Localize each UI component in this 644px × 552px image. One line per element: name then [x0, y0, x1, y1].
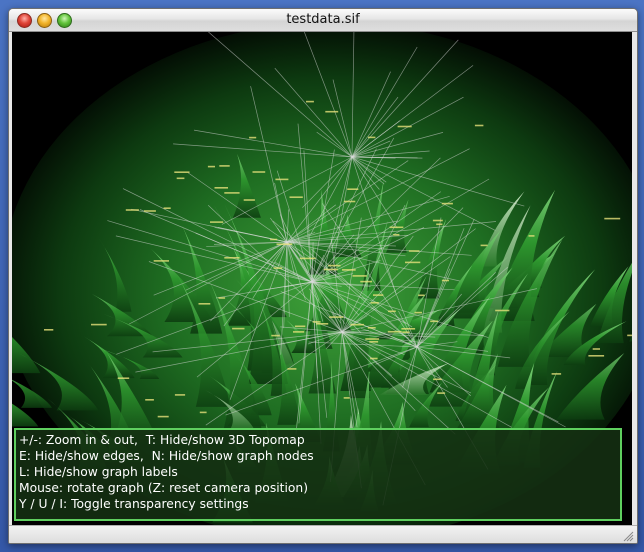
graph-node-label — [214, 187, 228, 189]
graph-node-label — [393, 234, 400, 236]
graph-node-label — [294, 325, 306, 328]
graph-node-label — [44, 329, 54, 331]
graph-node-label — [328, 264, 341, 267]
help-line-mouse: Mouse: rotate graph (Z: reset camera pos… — [19, 481, 308, 495]
graph-node-label — [176, 177, 185, 180]
graph-node-label — [153, 260, 169, 262]
graph-node-label — [218, 297, 226, 299]
graph-node-label — [402, 331, 410, 333]
graph-node-label — [365, 338, 380, 340]
graph-node-label — [592, 348, 600, 350]
graph-node-label — [414, 311, 422, 314]
graph-node-label — [299, 257, 316, 260]
graph-node-label — [437, 392, 446, 394]
graph-node-label — [252, 171, 266, 173]
graph-node-label — [125, 209, 139, 211]
graph-node-label — [325, 110, 339, 113]
graph-node-label — [408, 250, 420, 252]
graph-node-label — [432, 219, 443, 222]
graph-node-label — [370, 357, 378, 360]
graph-node-label — [480, 244, 488, 247]
help-line-labels: L: Hide/show graph labels — [19, 465, 178, 479]
graph-node-label — [588, 355, 605, 357]
graph-node-label — [316, 323, 329, 325]
graph-node-label — [174, 171, 190, 173]
graph-node-label — [198, 303, 211, 305]
help-line-zoom: +/-: Zoom in & out, T: Hide/show 3D Topo… — [19, 433, 305, 447]
graph-node-label — [551, 373, 562, 375]
status-bar — [9, 525, 637, 543]
graph-node-label — [144, 210, 156, 212]
graph-node-label — [219, 165, 230, 167]
graph-node-label — [350, 323, 365, 326]
graph-node-label — [312, 321, 321, 323]
graph-node-label — [474, 124, 484, 127]
graph-node-label — [388, 310, 396, 313]
graph-node-label — [373, 294, 384, 296]
graph-node-label — [528, 235, 535, 237]
graph-node-label — [276, 243, 293, 245]
graph-node-label — [289, 196, 303, 198]
graph-node-label — [430, 320, 438, 323]
graph-node-label — [249, 136, 257, 139]
graph-node-label — [436, 223, 443, 226]
graph-node-label — [243, 199, 255, 201]
graph-node-label — [495, 309, 510, 312]
graph-node-label — [370, 302, 379, 304]
resize-grip-icon[interactable] — [622, 530, 634, 542]
graph-node-label — [287, 368, 297, 370]
graph-node-label — [91, 323, 107, 326]
graph-node-label — [367, 327, 376, 329]
graph-node-label — [207, 165, 215, 168]
graph-node-label — [389, 226, 404, 229]
graph-node-label — [342, 269, 356, 271]
graph-node-label — [433, 378, 442, 381]
graph-node-label — [360, 280, 373, 283]
graph-node-label — [306, 100, 314, 103]
app-window: testdata.sif +/-: Zoom in & out, T: Hide… — [8, 8, 638, 544]
graph-node-label — [347, 188, 359, 190]
graph-node-label — [232, 327, 245, 330]
help-panel: +/-: Zoom in & out, T: Hide/show 3D Topo… — [14, 428, 622, 521]
graph-node-label — [199, 411, 207, 414]
graph-node-label — [369, 341, 379, 343]
help-line-edges: E: Hide/show edges, N: Hide/show graph n… — [19, 449, 314, 463]
graph-node-label — [343, 397, 350, 399]
graph-node-label — [270, 238, 278, 241]
graph-node-label — [210, 221, 224, 223]
graph-node-label — [157, 415, 169, 418]
graph-node-label — [323, 268, 338, 271]
graph-node-label — [343, 200, 356, 203]
graph-node-label — [627, 334, 632, 337]
graph-node-label — [224, 192, 240, 194]
graph-node-label — [273, 267, 283, 269]
graph-node-label — [405, 261, 421, 264]
graph-3d-viewport[interactable]: +/-: Zoom in & out, T: Hide/show 3D Topo… — [12, 32, 632, 525]
graph-node-label — [293, 331, 305, 333]
graph-node-label — [604, 217, 621, 220]
graph-node-label — [275, 178, 289, 181]
graph-node-label — [418, 294, 425, 297]
graph-node-label — [117, 377, 130, 379]
graph-node-label — [397, 125, 412, 128]
graph-node-label — [441, 202, 453, 205]
graph-node-label — [271, 334, 280, 337]
help-line-transparency: Y / U / I: Toggle transparency settings — [19, 497, 249, 511]
title-bar[interactable]: testdata.sif — [9, 9, 637, 32]
graph-node-label — [368, 136, 376, 139]
desktop: testdata.sif +/-: Zoom in & out, T: Hide… — [0, 0, 644, 552]
graph-node-label — [145, 399, 154, 401]
graph-node-label — [329, 316, 344, 318]
graph-node-label — [441, 279, 449, 282]
graph-node-label — [163, 207, 171, 209]
graph-node-label — [401, 328, 416, 330]
graph-node-label — [224, 257, 240, 259]
graph-node-label — [352, 275, 367, 277]
graph-node-label — [387, 330, 402, 333]
window-title: testdata.sif — [286, 12, 360, 27]
graph-node-label — [174, 394, 186, 396]
